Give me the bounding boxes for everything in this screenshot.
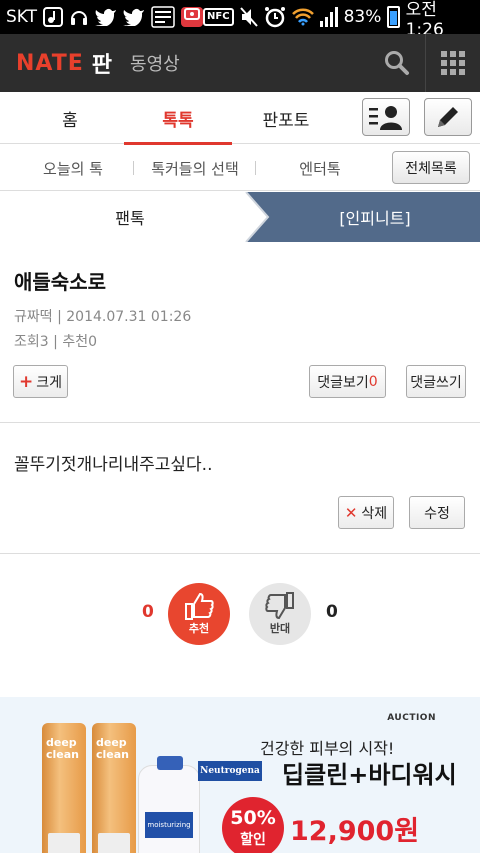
- sub-tab-bar: 오늘의 톡 톡커들의 선택 엔터톡 전체목록: [0, 145, 480, 191]
- main-tab-bar: 홈 톡톡 판포토: [0, 92, 480, 145]
- tube-text: deep clean: [96, 736, 130, 761]
- breadcrumb: 팬톡 [인피니트]: [0, 192, 480, 242]
- upvote-label: 추천: [188, 622, 210, 635]
- recommend-label: 추천: [62, 334, 89, 350]
- post-date: 2014.07.31 01:26: [66, 309, 192, 325]
- twitter-icon: [95, 7, 117, 27]
- thumbs-up-icon: [185, 592, 214, 620]
- write-comment-button[interactable]: 댓글쓰기: [406, 365, 466, 398]
- ad-product-name: 딥클린+바디워시: [282, 761, 457, 789]
- tube-text: deep clean: [46, 736, 80, 761]
- battery-percent: 83%: [343, 7, 382, 27]
- write-pencil-icon: [438, 107, 458, 127]
- grid-menu-icon: [441, 51, 465, 75]
- nate-logo[interactable]: NATE: [16, 51, 84, 76]
- meta-divider: |: [53, 334, 63, 350]
- tab-panphoto[interactable]: 판포토: [236, 92, 336, 144]
- headset-icon: [69, 7, 89, 27]
- video-link[interactable]: 동영상: [130, 50, 180, 76]
- recommend-count: 0: [88, 334, 97, 350]
- app-header: NATE 판 동영상: [0, 34, 480, 92]
- pan-logo[interactable]: 판: [92, 47, 112, 79]
- bottle-cap: [157, 756, 183, 770]
- wifi-icon: [291, 7, 314, 27]
- status-bar: SKT NFC 83% 오전 1:26: [0, 0, 480, 40]
- twitter-icon: [123, 7, 145, 27]
- bottle-label: moisturizing: [145, 812, 193, 838]
- alarm-icon: [264, 7, 286, 28]
- ad-source-logo: AUCTION: [387, 713, 436, 723]
- tab-home[interactable]: 홈: [20, 92, 120, 144]
- upvote-count: 0: [142, 602, 154, 622]
- subtab-talkers-choice[interactable]: 톡커들의 선택: [140, 145, 250, 191]
- close-icon: ✕: [344, 503, 358, 522]
- write-button[interactable]: [424, 98, 472, 136]
- breadcrumb-subcategory[interactable]: [인피니트]: [270, 192, 480, 242]
- search-icon: [384, 51, 409, 75]
- tube-cap: [98, 833, 130, 853]
- post-stats: 조회3 | 추천0: [14, 331, 97, 351]
- breadcrumb-category[interactable]: 팬톡: [0, 192, 260, 242]
- downvote-count: 0: [326, 602, 338, 622]
- carrier-label: SKT: [6, 7, 38, 27]
- music-icon: [43, 7, 64, 27]
- grid-menu-button[interactable]: [426, 34, 480, 92]
- nfc-icon: NFC: [203, 8, 234, 26]
- signal-icon: [319, 7, 338, 27]
- views-count: 3: [39, 334, 49, 350]
- edit-button[interactable]: 수정: [409, 496, 465, 529]
- enlarge-label: 크게: [36, 374, 62, 391]
- discount-badge: 50% 할인: [222, 797, 284, 853]
- delete-button[interactable]: ✕ 삭제: [338, 496, 394, 529]
- memo-icon: [151, 6, 175, 28]
- meta-divider: |: [57, 309, 67, 325]
- ad-brand-logo: Neutrogena: [198, 761, 262, 781]
- enlarge-button[interactable]: + 크게: [13, 365, 68, 398]
- battery-icon: [387, 6, 400, 28]
- thumbs-down-icon: [265, 592, 294, 620]
- subtab-entertalk[interactable]: 엔터톡: [262, 145, 378, 191]
- discount-percent: 50%: [230, 807, 276, 829]
- ad-price: 12,900원: [290, 816, 420, 847]
- app-badge-icon: [181, 7, 204, 27]
- discount-label: 할인: [240, 832, 266, 848]
- views-label: 조회: [14, 334, 40, 350]
- ad-banner[interactable]: deep clean deep clean moisturizing AUCTI…: [0, 697, 480, 853]
- search-button[interactable]: [368, 34, 426, 92]
- mute-icon: [239, 7, 258, 27]
- subtab-divider: [255, 161, 256, 175]
- delete-label: 삭제: [361, 505, 388, 522]
- post-author[interactable]: 규짜떡: [14, 309, 53, 325]
- product-bottle-image: moisturizing: [138, 756, 200, 853]
- divider: [0, 553, 480, 554]
- profile-list-button[interactable]: [362, 98, 410, 136]
- post-author-date: 규짜떡 | 2014.07.31 01:26: [14, 306, 191, 326]
- post-title: 애들숙소로: [14, 270, 106, 294]
- product-tube-image: deep clean: [42, 723, 86, 853]
- downvote-label: 반대: [269, 622, 291, 635]
- comment-count: 0: [368, 373, 378, 390]
- profile-list-icon: [369, 106, 402, 130]
- plus-icon: +: [18, 371, 34, 392]
- divider: [0, 422, 480, 423]
- product-tube-image: deep clean: [92, 723, 136, 853]
- all-list-button[interactable]: 전체목록: [392, 151, 470, 184]
- upvote-button[interactable]: 추천: [168, 583, 230, 645]
- post-body: 꼴뚜기젓개나리내주고싶다..: [14, 455, 213, 475]
- view-comments-button[interactable]: 댓글보기 0: [309, 365, 386, 398]
- subtab-today[interactable]: 오늘의 톡: [18, 145, 128, 191]
- tab-toktok[interactable]: 톡톡: [124, 92, 232, 145]
- downvote-button[interactable]: 반대: [249, 583, 311, 645]
- tube-cap: [48, 833, 80, 853]
- view-comments-label: 댓글보기: [317, 374, 369, 391]
- subtab-divider: [133, 161, 134, 175]
